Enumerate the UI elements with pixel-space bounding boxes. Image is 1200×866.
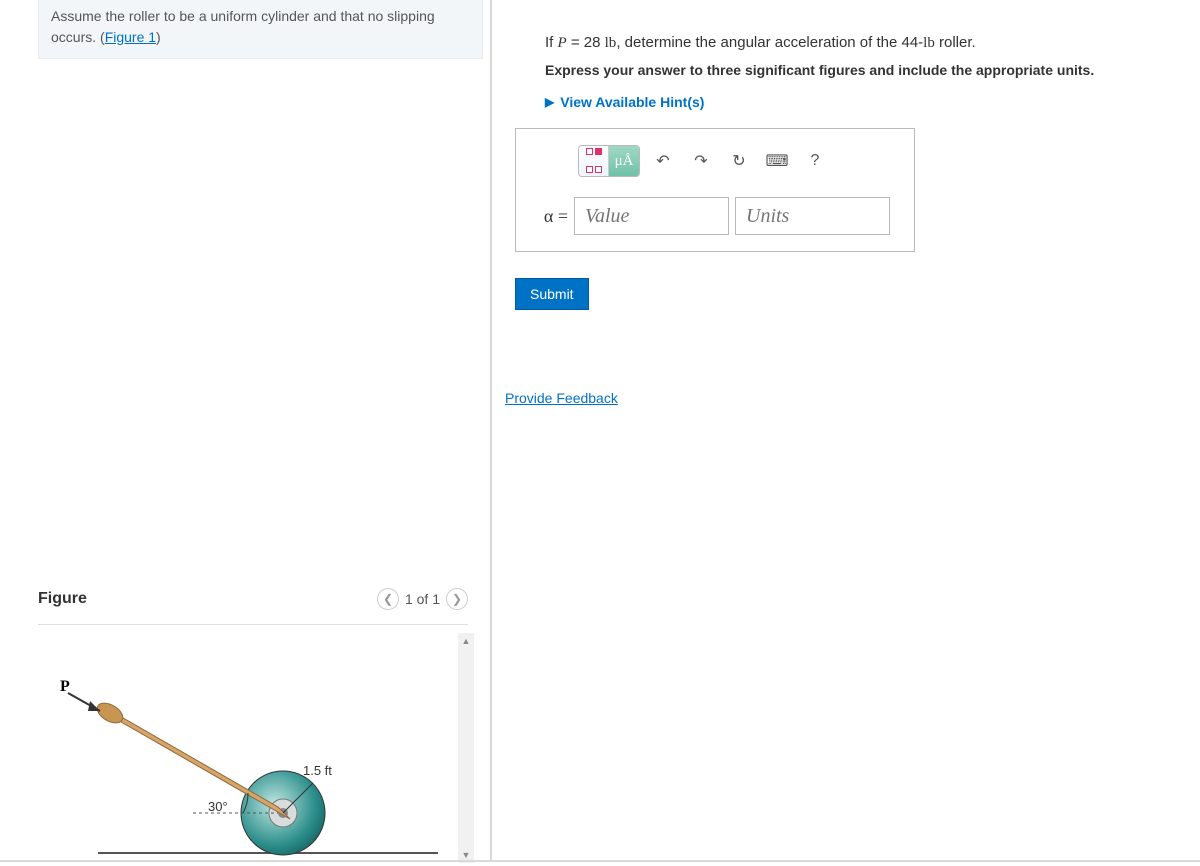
undo-icon: ↶	[656, 151, 669, 171]
panel-divider	[490, 0, 492, 860]
right-panel: If P = 28 lb, determine the angular acce…	[505, 0, 1200, 864]
question-text: If P = 28 lb, determine the angular acce…	[545, 34, 1160, 52]
reset-icon: ↻	[732, 151, 745, 171]
help-label: ?	[811, 152, 820, 170]
q-unit1: lb	[605, 35, 617, 51]
q-prefix: If	[545, 34, 558, 51]
problem-statement: Assume the roller to be a uniform cylind…	[38, 0, 483, 59]
redo-button[interactable]: ↷	[686, 146, 716, 176]
chevron-right-icon: ❯	[452, 592, 462, 606]
format-tools-group: μÅ	[578, 145, 640, 177]
figure-page-label: 1 of 1	[405, 591, 440, 607]
q-variable: P	[558, 35, 567, 51]
answer-toolbar: μÅ ↶ ↷ ↻ ⌨ ?	[530, 145, 900, 177]
figure-next-button[interactable]: ❯	[446, 588, 468, 610]
view-hints-toggle[interactable]: ▶ View Available Hint(s)	[545, 94, 1160, 110]
figure-angle-label: 30°	[208, 799, 228, 814]
figure-canvas: P 30° 1.5 ft ▲ ▼	[38, 633, 468, 863]
figure-svg: P 30° 1.5 ft	[38, 633, 448, 863]
redo-icon: ↷	[694, 151, 707, 171]
figure-radius-label: 1.5 ft	[303, 763, 332, 778]
undo-button[interactable]: ↶	[648, 146, 678, 176]
value-input[interactable]	[574, 197, 729, 235]
question-instruction: Express your answer to three significant…	[545, 62, 1160, 78]
q-mid: , determine the angular acceleration of …	[616, 34, 923, 51]
hints-label: View Available Hint(s)	[560, 94, 704, 110]
q-suffix: roller.	[935, 34, 976, 51]
units-symbol-button[interactable]: μÅ	[609, 146, 639, 176]
answer-input-row: α =	[530, 197, 900, 235]
bottom-border	[0, 860, 1200, 862]
provide-feedback-link[interactable]: Provide Feedback	[505, 390, 618, 406]
submit-label: Submit	[530, 286, 574, 302]
problem-text-2: )	[156, 29, 161, 45]
figure-navigation: ❮ 1 of 1 ❯	[377, 588, 468, 610]
scroll-up-icon[interactable]: ▲	[458, 633, 474, 649]
alpha-equals-label: α =	[530, 206, 568, 227]
help-button[interactable]: ?	[800, 146, 830, 176]
figure-prev-button[interactable]: ❮	[377, 588, 399, 610]
left-panel: Assume the roller to be a uniform cylind…	[0, 0, 490, 864]
template-icon	[585, 145, 603, 177]
figure-scrollbar[interactable]: ▲ ▼	[458, 633, 474, 863]
figure-title: Figure	[38, 590, 87, 608]
figure-link[interactable]: Figure 1	[105, 29, 156, 45]
reset-button[interactable]: ↻	[724, 146, 754, 176]
answer-entry-box: μÅ ↶ ↷ ↻ ⌨ ? α =	[515, 128, 915, 252]
figure-panel: Figure ❮ 1 of 1 ❯	[38, 588, 468, 863]
submit-button[interactable]: Submit	[515, 278, 589, 310]
units-symbol-label: μÅ	[615, 153, 634, 170]
figure-header: Figure ❮ 1 of 1 ❯	[38, 588, 468, 625]
chevron-left-icon: ❮	[383, 592, 393, 606]
units-input[interactable]	[735, 197, 890, 235]
triangle-right-icon: ▶	[545, 95, 554, 109]
keyboard-button[interactable]: ⌨	[762, 146, 792, 176]
keyboard-icon: ⌨	[765, 151, 788, 171]
q-unit2: lb	[923, 35, 935, 51]
template-tool-button[interactable]	[579, 146, 609, 176]
figure-force-label: P	[60, 678, 70, 695]
q-eqval: = 28	[567, 34, 605, 51]
